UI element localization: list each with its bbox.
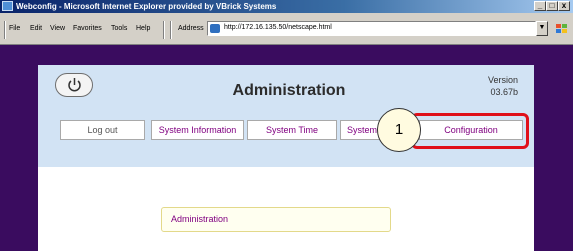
menu-divider	[163, 21, 165, 39]
windows-logo-icon	[556, 24, 567, 33]
menu-help[interactable]: Help	[136, 25, 150, 32]
header-area: Administration Version 03.67b Log out Sy…	[38, 65, 534, 167]
minimize-button[interactable]: _	[534, 1, 546, 11]
address-grip	[170, 21, 172, 39]
menu-view[interactable]: View	[50, 25, 65, 32]
page-icon	[210, 24, 220, 33]
page-background: Administration Version 03.67b Log out Sy…	[0, 45, 573, 251]
menu-tools[interactable]: Tools	[111, 25, 127, 32]
address-dropdown-button[interactable]: ▼	[536, 21, 548, 36]
window-title: Webconfig - Microsoft Internet Explorer …	[16, 2, 277, 11]
menu-grip	[4, 21, 6, 39]
maximize-button[interactable]: □	[546, 1, 558, 11]
power-button[interactable]	[55, 73, 93, 97]
menu-bar: File Edit View Favorites Tools Help Addr…	[0, 13, 573, 45]
address-label: Address	[178, 25, 204, 32]
callout-marker: 1	[377, 108, 421, 152]
admin-panel: Administration Version 03.67b Log out Sy…	[38, 65, 534, 251]
administration-link[interactable]: Administration	[161, 207, 391, 232]
menu-edit[interactable]: Edit	[30, 25, 42, 32]
title-bar: Webconfig - Microsoft Internet Explorer …	[0, 0, 573, 13]
nav-system-information[interactable]: System Information	[151, 120, 244, 140]
version-label: Version	[487, 75, 518, 85]
close-button[interactable]: x	[558, 1, 570, 11]
nav-system-time[interactable]: System Time	[247, 120, 337, 140]
configuration-highlight	[411, 113, 529, 149]
menu-file[interactable]: File	[9, 25, 20, 32]
menu-favorites[interactable]: Favorites	[73, 25, 102, 32]
power-icon	[68, 78, 81, 92]
address-input[interactable]: http://172.16.135.50/netscape.html	[207, 21, 536, 36]
page-title: Administration	[232, 82, 346, 99]
browser-window: Webconfig - Microsoft Internet Explorer …	[0, 0, 573, 251]
ie-app-icon	[2, 1, 13, 11]
version-value: 03.67b	[490, 87, 518, 97]
address-url[interactable]: http://172.16.135.50/netscape.html	[224, 24, 332, 31]
nav-log-out[interactable]: Log out	[60, 120, 145, 140]
